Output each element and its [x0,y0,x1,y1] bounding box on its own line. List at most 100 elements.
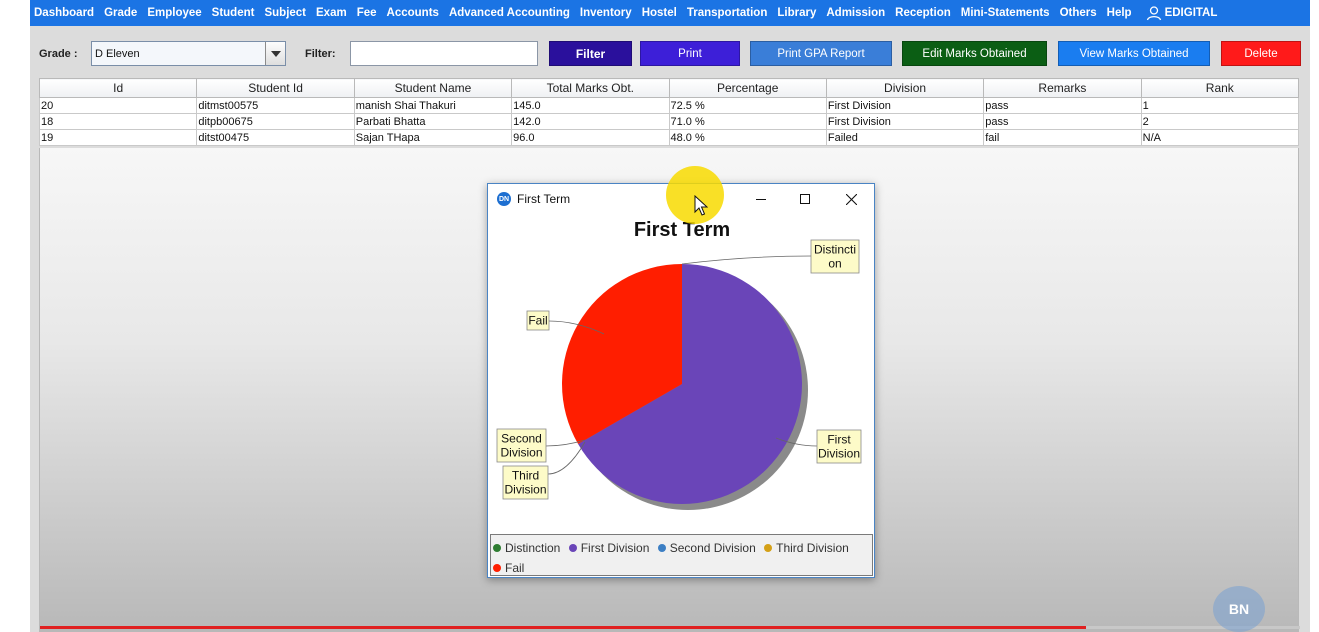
cell-rank: 1 [1140,97,1300,114]
cell-remarks: fail [983,129,1142,146]
cell-total-marks: 145.0 [511,97,670,114]
cell-percentage: 48.0 % [668,129,827,146]
column-header-id[interactable]: Id [38,78,198,98]
chart-dialog: DN First Term First Term Distincti on Firs… [487,183,875,578]
table-row[interactable]: 20 ditmst00575 manish Shai Thakuri 145.0… [38,97,1300,114]
maximize-icon [800,194,810,204]
cell-rank: N/A [1140,129,1300,146]
legend-dot [493,564,501,572]
filter-label: Filter: [305,48,336,60]
app-logo-icon: DN [497,192,511,206]
cell-division: First Division [825,97,985,114]
legend-item-distinction: Distinction [493,538,560,558]
watermark-logo: BN [1213,586,1265,632]
cell-student-name: Sajan THapa [353,129,513,146]
cell-percentage: 71.0 % [668,113,827,130]
print-gpa-report-button[interactable]: Print GPA Report [750,41,892,66]
dialog-title: First Term [517,192,571,206]
cell-percentage: 72.5 % [668,97,827,114]
mouse-cursor-icon [694,195,708,216]
menu-transportation[interactable]: Transportation [687,7,768,19]
cell-division: Failed [825,129,985,146]
maximize-button[interactable] [782,184,828,214]
label-connector [547,441,586,475]
cell-rank: 2 [1140,113,1300,130]
menu-mini-statements[interactable]: Mini-Statements [961,7,1050,19]
close-button[interactable] [828,184,874,214]
legend-label: Distinction [505,541,561,555]
legend-item-fail: Fail [493,558,524,578]
user-menu[interactable]: EDIGITAL [1146,5,1218,21]
pie-chart: First Term Distincti onFirst DivisionSecon… [496,219,862,510]
slice-label-second-division: Second Division [500,432,542,460]
cell-id: 18 [38,113,198,130]
grade-select[interactable]: D Eleven [91,41,286,66]
marks-table: Id Student Id Student Name Total Marks O… [38,78,1300,146]
close-icon [845,193,857,205]
legend-dot [568,544,577,552]
filter-input[interactable] [350,41,538,66]
legend-item-first-division: First Division [568,538,650,558]
minimize-button[interactable] [738,184,784,214]
delete-button[interactable]: Delete [1221,41,1301,66]
chevron-down-icon[interactable] [265,42,285,65]
menu-advanced-accounting[interactable]: Advanced Accounting [449,7,570,19]
cell-student-name: Parbati Bhatta [353,113,513,130]
column-header-remarks[interactable]: Remarks [983,78,1142,98]
column-header-division[interactable]: Division [825,78,985,98]
print-button[interactable]: Print [640,41,740,66]
progress-bar [40,626,1300,629]
label-connector [681,255,812,265]
menu-bar: Dashboard Grade Employee Student Subject… [30,0,1310,26]
grade-label: Grade : [39,48,78,60]
legend-label: First Division [580,541,650,555]
cell-total-marks: 96.0 [511,129,670,146]
menu-employee[interactable]: Employee [147,7,201,19]
cell-id: 20 [38,97,198,114]
column-header-percentage[interactable]: Percentage [668,78,827,98]
menu-fee[interactable]: Fee [357,7,377,19]
edit-marks-obtained-button[interactable]: Edit Marks Obtained [902,41,1047,66]
cell-division: First Division [825,113,985,130]
column-header-rank[interactable]: Rank [1140,78,1300,98]
cell-student-id: ditst00475 [196,129,355,146]
legend-item-second-division: Second Division [657,538,756,558]
menu-help[interactable]: Help [1107,7,1132,19]
menu-others[interactable]: Others [1060,7,1097,19]
legend-label: Second Division [669,541,756,555]
column-header-student-name[interactable]: Student Name [353,78,513,98]
menu-admission[interactable]: Admission [826,7,885,19]
cell-student-name: manish Shai Thakuri [353,97,513,114]
cell-student-id: ditmst00575 [196,97,355,114]
menu-subject[interactable]: Subject [264,7,306,19]
legend-dot [493,544,501,552]
filter-button[interactable]: Filter [549,41,632,66]
legend-label: Third Division [776,541,849,555]
menu-inventory[interactable]: Inventory [580,7,632,19]
column-header-student-id[interactable]: Student Id [196,78,355,98]
cell-id: 19 [38,129,198,146]
user-icon [1146,6,1161,21]
minimize-icon [756,199,766,200]
menu-accounts[interactable]: Accounts [387,7,439,19]
table-row[interactable]: 18 ditpb00675 Parbati Bhatta 142.0 71.0 … [38,113,1300,130]
cell-remarks: pass [983,97,1142,114]
view-marks-obtained-button[interactable]: View Marks Obtained [1058,41,1210,66]
grade-select-value: D Eleven [95,47,140,60]
legend-item-third-division: Third Division [764,538,849,558]
user-name: EDIGITAL [1164,7,1218,19]
menu-dashboard[interactable]: Dashboard [34,7,94,19]
menu-library[interactable]: Library [777,7,816,19]
toolbar: Grade : D Eleven Filter: Filter Print Pr… [30,34,1310,74]
legend-label: Fail [505,561,525,575]
menu-reception[interactable]: Reception [895,7,951,19]
cell-remarks: pass [983,113,1142,130]
menu-grade[interactable]: Grade [104,7,137,19]
menu-hostel[interactable]: Hostel [642,7,677,19]
slice-label-fail: Fail [528,314,547,328]
table-row[interactable]: 19 ditst00475 Sajan THapa 96.0 48.0 % Fa… [38,129,1300,146]
menu-exam[interactable]: Exam [316,7,347,19]
cell-student-id: ditpb00675 [196,113,355,130]
column-header-total-marks[interactable]: Total Marks Obt. [511,78,670,98]
menu-student[interactable]: Student [212,7,255,19]
